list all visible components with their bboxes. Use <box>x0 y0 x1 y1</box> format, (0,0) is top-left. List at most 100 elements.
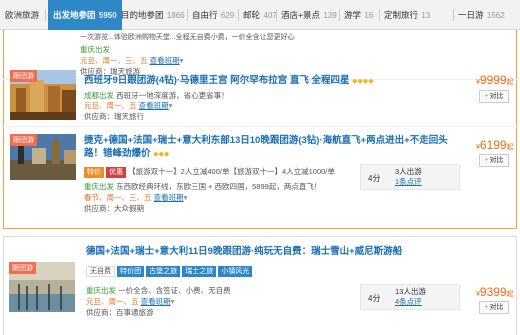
compare-button[interactable]: 对比 <box>479 90 509 103</box>
tab-divider <box>276 9 277 21</box>
review-link[interactable]: 1条点评 <box>395 177 422 187</box>
tab-day-tour[interactable]: 一日游 1562 <box>458 0 505 30</box>
product-desc: 一价全含、含签证、小费、无自费 <box>118 286 231 295</box>
compare-button[interactable]: 对比 <box>479 154 509 167</box>
schedule-row: 元旦、周一、五 查看班期▾ <box>84 100 172 111</box>
supplier: 供应商：百事通旅游 <box>86 308 154 317</box>
rating-score: 4分 <box>368 294 381 303</box>
product-title[interactable]: 德国+法国+瑞士+意大利11日9晚跟团游·纯玩无自费：瑞士雪山+威尼斯游船 <box>86 243 402 257</box>
departure-dates: 元旦、周一、五 <box>86 297 139 306</box>
departure-row: 重庆出发 一价全含、含签证、小费、无自费 <box>86 285 231 296</box>
product-title[interactable]: 捷克+德国+法国+瑞士+意大利东部13日10晚跟团游(3钻)·海航直飞+两点进出… <box>84 135 448 159</box>
tab-cruise[interactable]: 邮轮 407 <box>243 0 277 30</box>
tab-divider <box>339 9 340 21</box>
tab-count: 5950 <box>98 11 117 20</box>
rating-score: 4分 <box>368 174 381 183</box>
tab-label: 游学 <box>344 10 362 20</box>
tab-count: 1562 <box>486 11 505 20</box>
product-type-badge: 跟团游 <box>9 262 36 274</box>
schedule-link[interactable]: 查看班期 <box>150 56 180 65</box>
review-link[interactable]: 4条点评 <box>395 297 426 307</box>
traveler-count: 3人出游 <box>395 167 422 176</box>
price-value: 6199 <box>479 138 507 152</box>
price: ¥6199起 <box>476 138 514 152</box>
departure-row: 重庆出发 <box>80 44 110 55</box>
schedule-link[interactable]: 查看班期 <box>154 193 184 202</box>
tab-departure-group[interactable]: 出发地参团 5950 <box>48 0 122 30</box>
tab-divider <box>187 9 188 21</box>
tab-custom-travel[interactable]: 定制旅行 13 <box>384 0 430 30</box>
feature-tags: 无自费 特价团 古堡之旅 瑞士之旅 小镇风光 <box>86 266 253 277</box>
feature-tag: 小镇风光 <box>218 266 253 277</box>
product-type-badge: 跟团游 <box>10 134 37 146</box>
schedule-link[interactable]: 查看班期 <box>139 101 169 110</box>
tab-destination-group[interactable]: 目的地参团 1866 <box>121 0 185 30</box>
price-value: 9399 <box>479 285 507 299</box>
tab-label: 出发地参团 <box>53 10 96 20</box>
travel-stats: 3人出游 1条点评 <box>395 167 422 187</box>
departure-city: 重庆出发 <box>86 286 116 295</box>
schedule-row: 春节、周一、三、五 查看班期▾ <box>84 192 187 203</box>
tab-count: 139 <box>323 11 337 20</box>
product-type-badge: 跟团游 <box>10 70 37 82</box>
tab-label: 目的地参团 <box>121 10 164 20</box>
departure-dates: 元旦、周一、五 <box>84 101 137 110</box>
departure-city: 重庆出发 <box>80 45 110 54</box>
tab-count: 13 <box>421 11 431 20</box>
tab-hotel-attraction[interactable]: 酒店+景点 139 <box>281 0 337 30</box>
tab-count: 407 <box>263 11 277 20</box>
departure-dates: 元旦、周一、三、五 <box>80 56 148 65</box>
tab-europe[interactable]: 欧洲旅游 <box>5 0 39 30</box>
departure-city: 成都出发 <box>84 91 114 100</box>
price-suffix: 起 <box>506 79 514 86</box>
chevron-down-icon: ▾ <box>170 297 175 306</box>
travel-stats: 13人出游 4条点评 <box>395 287 426 307</box>
departure-row: 重庆出发 东西欧经典环线，东欧三国 + 西欧四国，5899起，两点直飞！ <box>84 181 321 192</box>
departure-city: 重庆出发 <box>84 182 114 191</box>
tab-label: 欧洲旅游 <box>5 10 40 20</box>
tab-count: 1866 <box>166 11 185 20</box>
diamond-rating-icon: ◆◆◆◆ <box>352 78 374 85</box>
price-suffix: 起 <box>506 144 514 151</box>
price: ¥9399起 <box>476 285 514 299</box>
tab-study-tour[interactable]: 游学 16 <box>344 0 373 30</box>
price: ¥9999起 <box>476 73 514 87</box>
tab-count: 16 <box>364 11 374 20</box>
tab-free-travel[interactable]: 自由行 629 <box>192 0 234 30</box>
compare-button[interactable]: 对比 <box>479 301 509 314</box>
price-suffix: 起 <box>506 291 514 298</box>
price-value: 9999 <box>479 73 507 87</box>
departure-dates: 春节、周一、三、五 <box>84 193 152 202</box>
product-desc: 西班牙一地深度游，省心更省事！ <box>116 91 229 100</box>
tab-divider <box>453 9 454 21</box>
schedule-row: 元旦、周一、三、五 查看班期▾ <box>80 56 184 65</box>
compare-label: 对比 <box>489 304 504 311</box>
tab-label: 酒店+景点 <box>281 10 320 20</box>
discount-tag: 优惠 <box>106 167 127 178</box>
product-thumbnail[interactable]: 跟团游 <box>10 70 76 120</box>
tab-count: 629 <box>220 11 235 20</box>
tab-label: 一日游 <box>458 10 484 20</box>
compare-label: 对比 <box>489 157 504 164</box>
chevron-down-icon: ▾ <box>168 101 173 110</box>
product-title-row: 捷克+德国+法国+瑞士+意大利东部13日10晚跟团游(3钻)·海航直飞+两点进出… <box>84 134 464 161</box>
tab-divider <box>45 9 46 21</box>
diamond-rating-icon: ◆◆◆ <box>153 151 170 158</box>
tab-divider <box>238 9 239 21</box>
traveler-count: 13人出游 <box>395 287 426 296</box>
feature-tag: 特价团 <box>117 266 145 277</box>
product-thumbnail[interactable]: 跟团游 <box>10 134 76 180</box>
card-subtitle: 一次游览...体验欧洲购物天堂...全程无自费小费，一价全含让您更好心 <box>80 34 295 41</box>
product-thumbnail[interactable]: 跟团游 <box>9 262 75 312</box>
supplier: 供应商：瑞天旅行 <box>84 112 144 121</box>
schedule-row: 元旦、周一、五 查看班期▾ <box>86 296 174 307</box>
compare-label: 对比 <box>489 93 504 100</box>
product-desc: 东西欧经典环线，东欧三国 + 西欧四国，5899起，两点直飞！ <box>116 182 322 191</box>
product-title[interactable]: 西班牙9日跟团游(4钻)·马德里王宫 阿尔罕布拉宫 直飞 全程四星 <box>84 75 349 86</box>
tab-divider <box>379 9 380 21</box>
tab-label: 自由行 <box>192 10 218 20</box>
promo-offer: 【旅游双十一】2人立减400/单【旅游双十一】4人立减1000/单 <box>128 167 335 176</box>
schedule-link[interactable]: 查看班期 <box>141 297 171 306</box>
supplier: 供应商：大众假期 <box>84 204 144 213</box>
feature-tag: 无自费 <box>86 266 115 277</box>
